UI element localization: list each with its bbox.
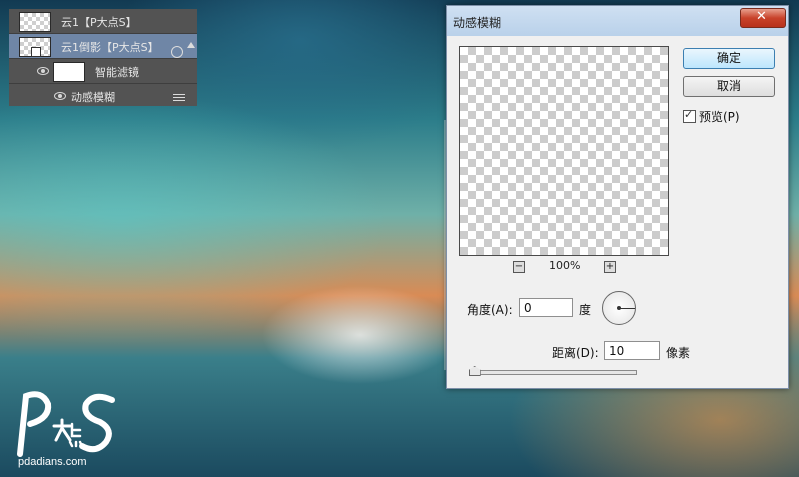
zoom-out-button[interactable]: −	[513, 261, 525, 273]
distance-label: 距离(D):	[552, 346, 599, 360]
angle-input[interactable]	[519, 298, 573, 317]
layer-row-cloud1-reflection[interactable]: 云1倒影【P大点S】	[9, 34, 197, 59]
layer-row-motion-blur[interactable]: 动感模糊	[9, 84, 197, 108]
ok-button[interactable]: 确定	[683, 48, 775, 69]
preview-canvas[interactable]	[459, 46, 669, 256]
layer-name: 云1倒影【P大点S】	[61, 41, 159, 54]
filter-mask-thumbnail[interactable]	[53, 62, 85, 82]
preview-label: 预览(P)	[699, 110, 740, 124]
ps-logo-icon	[17, 391, 115, 457]
filter-blending-options-icon[interactable]	[173, 94, 185, 102]
motion-blur-dialog: 动感模糊 ✕ − 100% + 确定 取消 预览(P) 角度(A): 度 距离(…	[446, 5, 789, 389]
angle-dial-center	[617, 306, 621, 310]
distance-slider-track[interactable]	[469, 370, 637, 375]
preview-checkbox[interactable]	[683, 108, 696, 123]
dialog-titlebar[interactable]: 动感模糊 ✕	[447, 6, 788, 36]
distance-input[interactable]	[604, 341, 660, 360]
visibility-eye-icon[interactable]	[37, 67, 49, 75]
layer-name: 云1【P大点S】	[61, 16, 137, 29]
layer-name: 智能滤镜	[95, 66, 139, 79]
angle-dial[interactable]	[602, 291, 636, 325]
layer-row-smart-filters[interactable]: 智能滤镜	[9, 59, 197, 84]
zoom-level: 100%	[549, 259, 581, 272]
layers-panel: 云1【P大点S】 云1倒影【P大点S】 智能滤镜 动感模糊	[9, 9, 197, 106]
layer-thumbnail	[19, 12, 51, 32]
smart-object-icon	[31, 47, 41, 57]
ps-logo-watermark: pdadians.com	[12, 388, 122, 470]
dialog-title: 动感模糊	[453, 16, 502, 30]
layer-row-cloud1[interactable]: 云1【P大点S】	[9, 9, 197, 34]
close-button[interactable]: ✕	[740, 8, 786, 28]
cancel-button[interactable]: 取消	[683, 76, 775, 97]
scroll-up-arrow-icon[interactable]	[187, 42, 195, 48]
distance-unit: 像素	[666, 346, 691, 360]
close-icon: ✕	[756, 9, 767, 24]
angle-label: 角度(A):	[467, 303, 513, 317]
angle-unit: 度	[579, 303, 592, 317]
smart-filter-link-icon	[171, 46, 183, 58]
layer-name: 动感模糊	[71, 91, 115, 104]
distance-slider-thumb[interactable]	[468, 366, 481, 376]
zoom-in-button[interactable]: +	[604, 261, 616, 273]
visibility-eye-icon[interactable]	[54, 92, 66, 100]
watermark-site: pdadians.com	[18, 456, 87, 468]
angle-dial-indicator	[619, 308, 635, 309]
